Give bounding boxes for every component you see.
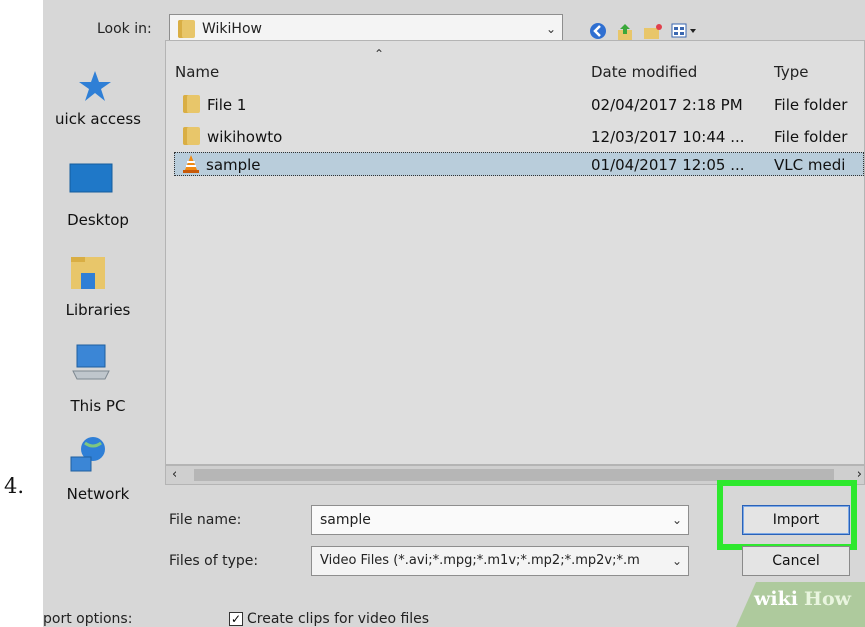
look-in-label: Look in: bbox=[97, 21, 152, 37]
folder-icon bbox=[183, 95, 200, 113]
file-name: wikihowto bbox=[207, 128, 283, 146]
file-date: 01/04/2017 12:05 ... bbox=[591, 156, 745, 174]
place-label: uick access bbox=[55, 110, 141, 128]
place-label: Libraries bbox=[65, 301, 131, 319]
scroll-right-icon[interactable]: › bbox=[857, 467, 862, 482]
files-of-type-dropdown[interactable]: Video Files (*.avi;*.mpg;*.m1v;*.mp2;*.m… bbox=[311, 546, 689, 576]
vlc-cone-icon bbox=[181, 154, 201, 178]
column-header-type[interactable]: Type bbox=[774, 63, 808, 81]
place-desktop[interactable]: Desktop bbox=[43, 163, 165, 233]
scroll-left-icon[interactable]: ‹ bbox=[172, 467, 177, 482]
network-icon bbox=[67, 435, 111, 479]
place-network[interactable]: Network bbox=[43, 435, 165, 505]
import-options-label: port options: bbox=[43, 611, 133, 627]
star-icon bbox=[78, 70, 112, 106]
column-header-name[interactable]: Name bbox=[175, 63, 219, 81]
import-button-highlight bbox=[717, 480, 857, 550]
file-row-file-1[interactable]: File 1 02/04/2017 2:18 PM File folder bbox=[174, 93, 864, 117]
file-name: File 1 bbox=[207, 96, 247, 114]
file-date: 02/04/2017 2:18 PM bbox=[591, 96, 743, 114]
step-number: 4. bbox=[4, 474, 25, 498]
sort-ascending-icon: ⌃ bbox=[374, 47, 385, 61]
file-type: VLC medi bbox=[774, 156, 846, 174]
place-label: Desktop bbox=[67, 211, 129, 229]
place-label: Network bbox=[66, 485, 130, 503]
files-of-type-label: Files of type: bbox=[169, 553, 259, 569]
chevron-down-icon: ⌄ bbox=[671, 554, 682, 568]
folder-icon bbox=[178, 20, 195, 38]
file-type: File folder bbox=[774, 128, 848, 146]
file-row-sample[interactable]: sample 01/04/2017 12:05 ... VLC medi bbox=[174, 152, 864, 176]
create-clips-checkbox[interactable]: ✓ bbox=[229, 612, 243, 626]
place-label: This PC bbox=[70, 397, 126, 415]
folder-icon bbox=[183, 127, 200, 145]
places-sidebar: uick access Desktop Libraries This PC Ne… bbox=[43, 40, 165, 560]
file-name: sample bbox=[206, 156, 261, 174]
desktop-icon bbox=[69, 163, 113, 199]
column-header-date-modified[interactable]: Date modified bbox=[591, 63, 697, 81]
file-row-wikihowto[interactable]: wikihowto 12/03/2017 10:44 ... File fold… bbox=[174, 125, 864, 149]
file-list[interactable]: ⌃ Name Date modified Type File 1 02/04/2… bbox=[165, 40, 865, 465]
look-in-value: WikiHow bbox=[202, 21, 262, 37]
cancel-button[interactable]: Cancel bbox=[742, 546, 850, 576]
wikihow-watermark: wiki How bbox=[736, 582, 865, 627]
chevron-down-icon[interactable]: ⌄ bbox=[672, 513, 682, 527]
place-this-pc[interactable]: This PC bbox=[43, 343, 165, 415]
files-of-type-value: Video Files (*.avi;*.mpg;*.m1v;*.mp2;*.m… bbox=[320, 553, 640, 568]
chevron-down-icon: ⌄ bbox=[545, 22, 556, 36]
file-name-value: sample bbox=[320, 512, 371, 528]
file-name-label: File name: bbox=[169, 512, 242, 528]
libraries-icon bbox=[69, 253, 109, 295]
file-name-input[interactable]: sample ⌄ bbox=[311, 505, 689, 535]
open-file-dialog: Look in: WikiHow ⌄ uick access Desktop L… bbox=[43, 0, 865, 627]
watermark-how: How bbox=[804, 588, 851, 610]
place-libraries[interactable]: Libraries bbox=[43, 253, 165, 323]
place-quick-access[interactable]: uick access bbox=[43, 70, 165, 140]
create-clips-label: Create clips for video files bbox=[247, 611, 430, 627]
file-type: File folder bbox=[774, 96, 848, 114]
file-date: 12/03/2017 10:44 ... bbox=[591, 128, 745, 146]
computer-icon bbox=[69, 343, 113, 387]
watermark-wiki: wiki bbox=[754, 588, 798, 610]
